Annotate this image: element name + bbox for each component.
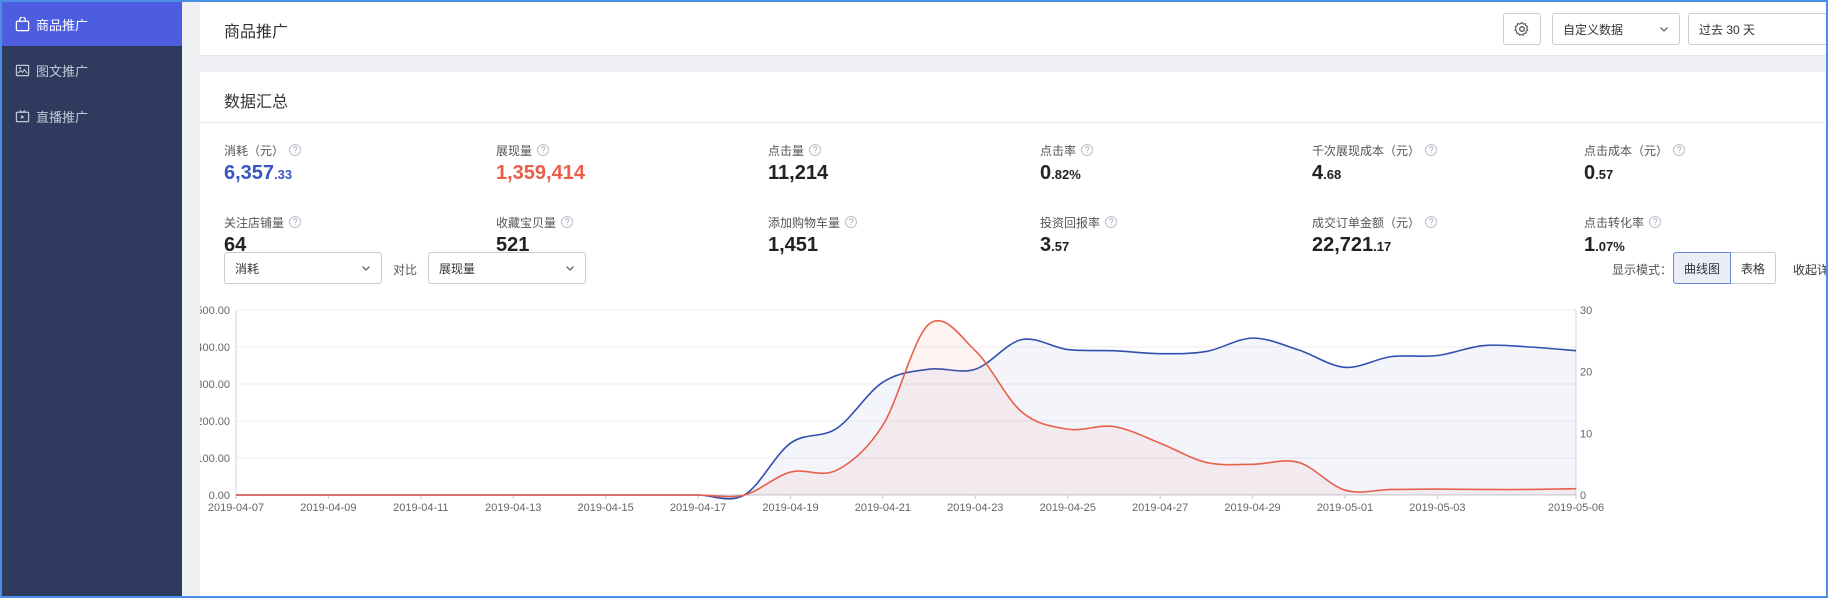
y-right-tick-label: 30 (1580, 305, 1592, 317)
custom-data-select-value: 自定义数据 (1563, 22, 1624, 37)
settings-button[interactable] (1503, 13, 1541, 45)
x-tick-label: 2019-04-17 (670, 502, 726, 514)
x-tick-label: 2019-05-06 (1548, 502, 1604, 514)
x-tick-label: 2019-04-07 (208, 502, 264, 514)
x-tick-label: 2019-04-25 (1040, 502, 1096, 514)
gear-icon (1514, 21, 1530, 37)
x-tick-label: 2019-04-29 (1224, 502, 1280, 514)
data-summary-panel: 数据汇总 消耗（元）? 6,357.33 展现量? 1,359,414 点击量? 11,2… (200, 72, 1826, 596)
x-tick-label: 2019-04-13 (485, 502, 541, 514)
date-range-select[interactable]: 过去 30 天 (1688, 13, 1826, 45)
sidebar-item-goods[interactable]: 商品推广 (2, 2, 182, 46)
sidebar-item-label: 图文推广 (36, 63, 89, 79)
custom-data-select[interactable]: 自定义数据 (1552, 13, 1680, 45)
y-left-tick-label: 0.00 (209, 490, 230, 502)
sidebar: 商品推广 图文推广 直播推广 (2, 2, 182, 596)
y-right-tick-label: 0 (1580, 490, 1586, 502)
x-tick-label: 2019-04-11 (393, 502, 448, 514)
y-right-tick-label: 10 (1580, 428, 1592, 440)
x-tick-label: 2019-04-15 (578, 502, 634, 514)
y-left-tick-label: 500.00 (200, 305, 230, 317)
page-header: 商品推广 自定义数据 过去 30 天 (200, 2, 1826, 56)
x-tick-label: 2019-05-01 (1317, 502, 1373, 514)
x-tick-label: 2019-04-23 (947, 502, 1003, 514)
page-title: 商品推广 (224, 24, 289, 41)
tv-icon (14, 108, 30, 124)
image-icon (14, 62, 30, 78)
x-tick-label: 2019-05-03 (1409, 502, 1465, 514)
trend-chart: 500.00 400.00 300.00 200.00 100.00 0.00 30 20 10… (200, 305, 1604, 514)
y-left-tick-label: 200.00 (200, 416, 230, 428)
y-left-tick-label: 400.00 (200, 342, 230, 354)
sidebar-item-label: 直播推广 (36, 109, 89, 125)
bag-icon (14, 16, 30, 32)
y-left-tick-label: 300.00 (200, 379, 230, 391)
date-range-value: 过去 30 天 (1699, 22, 1756, 37)
sidebar-item-live[interactable]: 直播推广 (2, 94, 182, 138)
x-tick-label: 2019-04-19 (762, 502, 818, 514)
y-right-tick-label: 20 (1580, 367, 1592, 379)
x-tick-label: 2019-04-21 (855, 502, 911, 514)
x-tick-label: 2019-04-09 (300, 502, 356, 514)
x-tick-label: 2019-04-27 (1132, 502, 1188, 514)
app-frame: 商品推广 图文推广 直播推广 商品推广 自定义数据 过去 30 天 数据汇总 消… (0, 0, 1828, 598)
sidebar-item-article[interactable]: 图文推广 (2, 48, 182, 92)
y-left-tick-label: 100.00 (200, 453, 230, 465)
chevron-down-icon (1659, 24, 1669, 34)
sidebar-item-label: 商品推广 (36, 17, 89, 33)
